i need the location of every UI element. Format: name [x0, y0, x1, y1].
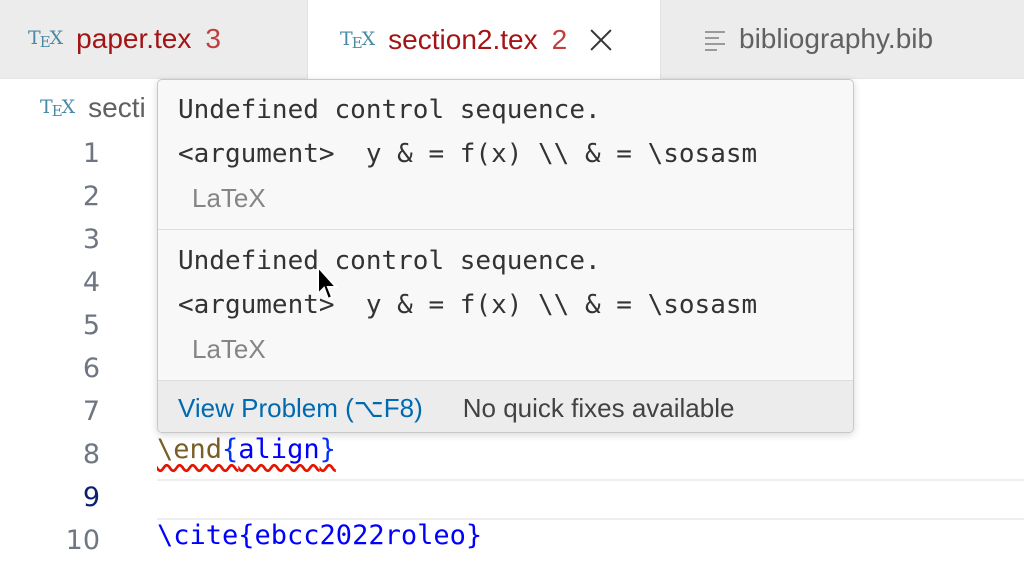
problem-message: Undefined control sequence. [178, 246, 601, 276]
problem-detail: <argument> y & = f(x) \\ & = \sosasm [178, 290, 758, 320]
close-icon[interactable] [587, 26, 615, 54]
code-argument: align [238, 434, 320, 465]
current-line-highlight [157, 479, 1024, 520]
problem-entry: Undefined control sequence. <argument> y… [158, 88, 853, 220]
breadcrumb[interactable]: TEX secti [40, 88, 146, 128]
divider [158, 229, 853, 230]
line-number: 1 [82, 138, 100, 169]
line-number: 7 [82, 396, 100, 427]
code-brace: { [222, 434, 239, 465]
problem-count-badge: 3 [205, 23, 221, 54]
view-problem-link[interactable]: View Problem (⌥F8) [178, 393, 423, 424]
tab-label: bibliography.bib [739, 23, 934, 54]
line-number: 2 [82, 181, 100, 212]
lines-icon [705, 28, 725, 51]
code-line-8[interactable]: \end{align} [157, 434, 336, 465]
line-number-gutter: 1 2 3 4 5 6 7 8 9 10 [0, 132, 100, 562]
mouse-cursor-icon [317, 266, 339, 301]
code-text: \cite{ebcc2022roleo} [157, 520, 483, 551]
tex-icon: TEX [40, 96, 75, 120]
code-line-10[interactable]: \cite{ebcc2022roleo} [157, 520, 482, 551]
line-number: 4 [82, 267, 100, 298]
problem-hover-popup: Undefined control sequence. <argument> y… [157, 79, 854, 433]
line-number: 10 [65, 525, 100, 556]
tab-bibliography-bib[interactable]: bibliography.bib [661, 0, 1024, 78]
tab-section2-tex[interactable]: TEX section2.tex 2 [308, 0, 661, 79]
problem-source: LaTeX [192, 334, 266, 364]
tab-bar: TEX paper.tex 3 TEX section2.tex 2 bibli… [0, 0, 1024, 79]
line-number: 5 [82, 310, 100, 341]
problem-detail: <argument> y & = f(x) \\ & = \sosasm [178, 139, 758, 169]
problem-count-badge: 2 [551, 23, 568, 55]
problem-message: Undefined control sequence. [178, 95, 601, 125]
code-command: \end [157, 434, 223, 465]
tex-icon: TEX [340, 27, 375, 52]
line-number: 9 [82, 482, 100, 513]
breadcrumb-file: secti [88, 92, 146, 123]
line-number: 6 [82, 353, 100, 384]
no-quick-fixes-label: No quick fixes available [462, 392, 735, 423]
tab-paper-tex[interactable]: TEX paper.tex 3 [0, 0, 308, 78]
line-number: 3 [82, 224, 100, 255]
code-brace: } [319, 434, 336, 465]
line-number: 8 [82, 439, 100, 470]
problem-entry: Undefined control sequence. <argument> y… [158, 239, 853, 371]
tab-label: section2.tex [388, 23, 538, 55]
problem-source: LaTeX [192, 183, 266, 213]
hover-status-bar: View Problem (⌥F8) No quick fixes availa… [158, 380, 853, 432]
tab-label: paper.tex [76, 23, 192, 54]
tex-icon: TEX [28, 27, 63, 51]
